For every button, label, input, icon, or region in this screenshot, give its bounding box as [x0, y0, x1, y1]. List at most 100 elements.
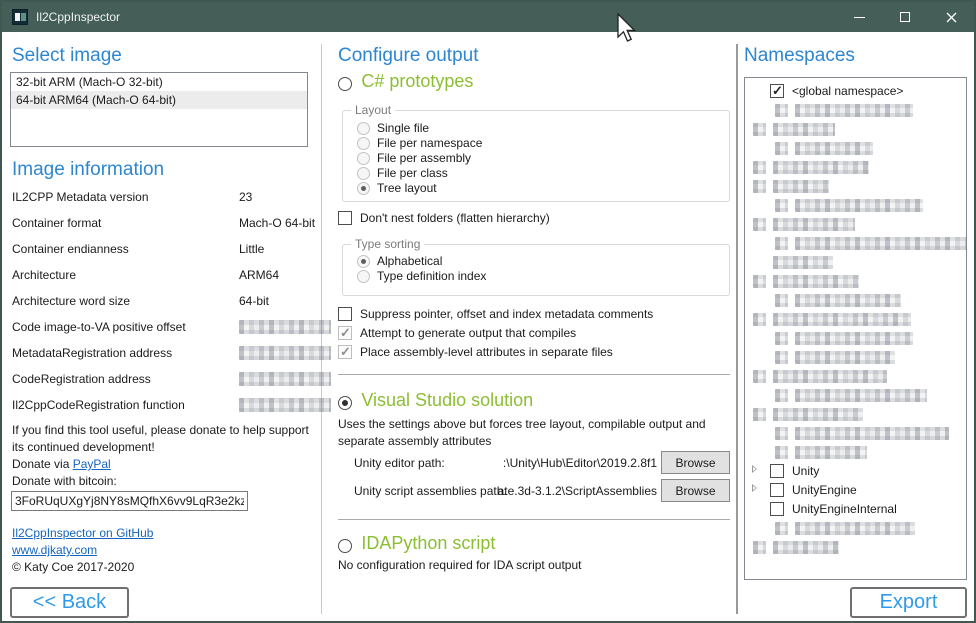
- vs-solution-label: Visual Studio solution: [361, 390, 533, 410]
- namespace-row[interactable]: Unity: [745, 462, 966, 481]
- layout-label: Single file: [377, 121, 429, 135]
- namespace-row-redacted[interactable]: [745, 367, 966, 386]
- close-button[interactable]: [928, 2, 974, 32]
- layout-option[interactable]: File per namespace: [357, 136, 482, 150]
- namespace-row[interactable]: <global namespace>: [745, 82, 966, 101]
- namespace-checkbox[interactable]: [770, 483, 784, 497]
- namespace-checkbox[interactable]: [770, 502, 784, 516]
- redacted-block: [773, 541, 839, 554]
- vs-solution-option[interactable]: Visual Studio solution: [338, 390, 533, 411]
- namespace-row-redacted[interactable]: [745, 234, 966, 253]
- ida-script-option[interactable]: IDAPython script: [338, 533, 495, 554]
- unity-editor-browse-button[interactable]: Browse: [661, 451, 730, 474]
- title-bar[interactable]: Il2CppInspector: [2, 2, 974, 32]
- namespace-row-redacted[interactable]: [745, 538, 966, 557]
- image-information-heading: Image information: [12, 159, 164, 181]
- redacted-block: [795, 332, 913, 345]
- redacted-block: [795, 294, 901, 307]
- paypal-link[interactable]: PayPal: [73, 457, 111, 471]
- namespace-row-redacted[interactable]: [745, 120, 966, 139]
- namespace-row-redacted[interactable]: [745, 310, 966, 329]
- namespace-row-redacted[interactable]: [745, 177, 966, 196]
- csharp-prototypes-radio[interactable]: [338, 77, 352, 91]
- bitcoin-address-field[interactable]: [11, 491, 248, 511]
- namespace-row-redacted[interactable]: [745, 348, 966, 367]
- type-sorting-radio[interactable]: [357, 270, 370, 283]
- type-sorting-option[interactable]: Type definition index: [357, 269, 486, 283]
- csharp-prototypes-option[interactable]: C# prototypes: [338, 71, 473, 92]
- github-link[interactable]: Il2CppInspector on GitHub: [12, 526, 153, 540]
- layout-option[interactable]: File per class: [357, 166, 448, 180]
- namespace-row-redacted[interactable]: [745, 196, 966, 215]
- image-list-item[interactable]: 64-bit ARM64 (Mach-O 64-bit): [11, 91, 307, 109]
- namespace-row-redacted[interactable]: [745, 158, 966, 177]
- back-button[interactable]: << Back: [10, 587, 129, 618]
- redacted-block: [775, 294, 788, 307]
- ida-script-radio[interactable]: [338, 539, 352, 553]
- info-value: 23: [239, 190, 252, 204]
- output-option-label: Place assembly-level attributes in separ…: [360, 345, 613, 359]
- info-value: 64-bit: [239, 294, 269, 308]
- namespace-checkbox[interactable]: [770, 464, 784, 478]
- layout-radio[interactable]: [357, 167, 370, 180]
- namespace-row-redacted[interactable]: [745, 272, 966, 291]
- namespace-row-redacted[interactable]: [745, 215, 966, 234]
- csharp-prototypes-label: C# prototypes: [361, 71, 473, 91]
- namespace-row-redacted[interactable]: [745, 519, 966, 538]
- maximize-button[interactable]: [882, 2, 928, 32]
- redacted-block: [773, 123, 835, 136]
- namespace-row-redacted[interactable]: [745, 253, 966, 272]
- redacted-block: [753, 370, 766, 383]
- redacted-block: [775, 104, 788, 117]
- output-option-checkbox[interactable]: [338, 326, 352, 340]
- namespaces-heading: Namespaces: [744, 45, 855, 67]
- type-sorting-group-label: Type sorting: [351, 237, 424, 251]
- output-option-checkbox[interactable]: [338, 345, 352, 359]
- flatten-checkbox[interactable]: [338, 211, 352, 225]
- layout-option[interactable]: Single file: [357, 121, 429, 135]
- output-option-checkbox[interactable]: [338, 307, 352, 321]
- namespace-row-redacted[interactable]: [745, 405, 966, 424]
- redacted-block: [775, 446, 788, 459]
- type-sorting-radio[interactable]: [357, 255, 370, 268]
- image-listbox[interactable]: 32-bit ARM (Mach-O 32-bit)64-bit ARM64 (…: [10, 72, 308, 147]
- layout-option[interactable]: File per assembly: [357, 151, 471, 165]
- info-value: Mach-O 64-bit: [239, 216, 315, 230]
- namespace-row-redacted[interactable]: [745, 291, 966, 310]
- redacted-block: [795, 427, 949, 440]
- layout-radio[interactable]: [357, 137, 370, 150]
- export-button[interactable]: Export: [850, 587, 967, 618]
- namespace-row-redacted[interactable]: [745, 139, 966, 158]
- image-list-item[interactable]: 32-bit ARM (Mach-O 32-bit): [11, 73, 307, 91]
- redacted-block: [795, 446, 867, 459]
- layout-radio[interactable]: [357, 122, 370, 135]
- layout-radio[interactable]: [357, 152, 370, 165]
- output-option-row[interactable]: Suppress pointer, offset and index metad…: [338, 307, 653, 321]
- info-label: Code image-to-VA positive offset: [12, 320, 186, 334]
- layout-option[interactable]: Tree layout: [357, 181, 437, 195]
- output-option-row[interactable]: Attempt to generate output that compiles: [338, 326, 576, 340]
- expander-icon[interactable]: [752, 465, 757, 473]
- namespace-checkbox[interactable]: [770, 84, 784, 98]
- unity-script-browse-button[interactable]: Browse: [661, 479, 730, 502]
- namespace-row-redacted[interactable]: [745, 329, 966, 348]
- namespaces-listbox[interactable]: <global namespace> UnityUnityEngineUnityE…: [744, 77, 967, 580]
- vs-solution-radio[interactable]: [338, 396, 352, 410]
- info-label: Architecture: [12, 268, 76, 282]
- redacted-block: [753, 313, 766, 326]
- namespace-row-redacted[interactable]: [745, 101, 966, 120]
- namespace-row-redacted[interactable]: [745, 386, 966, 405]
- flatten-checkbox-row[interactable]: Don't nest folders (flatten hierarchy): [338, 211, 550, 225]
- layout-radio[interactable]: [357, 182, 370, 195]
- expander-icon[interactable]: [752, 484, 757, 492]
- ida-script-label: IDAPython script: [361, 533, 495, 553]
- namespace-row[interactable]: UnityEngine: [745, 481, 966, 500]
- website-link[interactable]: www.djkaty.com: [12, 543, 97, 557]
- type-sorting-option[interactable]: Alphabetical: [357, 254, 442, 268]
- namespace-row[interactable]: UnityEngineInternal: [745, 500, 966, 519]
- redacted-block: [753, 408, 766, 421]
- output-option-row[interactable]: Place assembly-level attributes in separ…: [338, 345, 613, 359]
- namespace-row-redacted[interactable]: [745, 443, 966, 462]
- minimize-button[interactable]: [836, 2, 882, 32]
- namespace-row-redacted[interactable]: [745, 424, 966, 443]
